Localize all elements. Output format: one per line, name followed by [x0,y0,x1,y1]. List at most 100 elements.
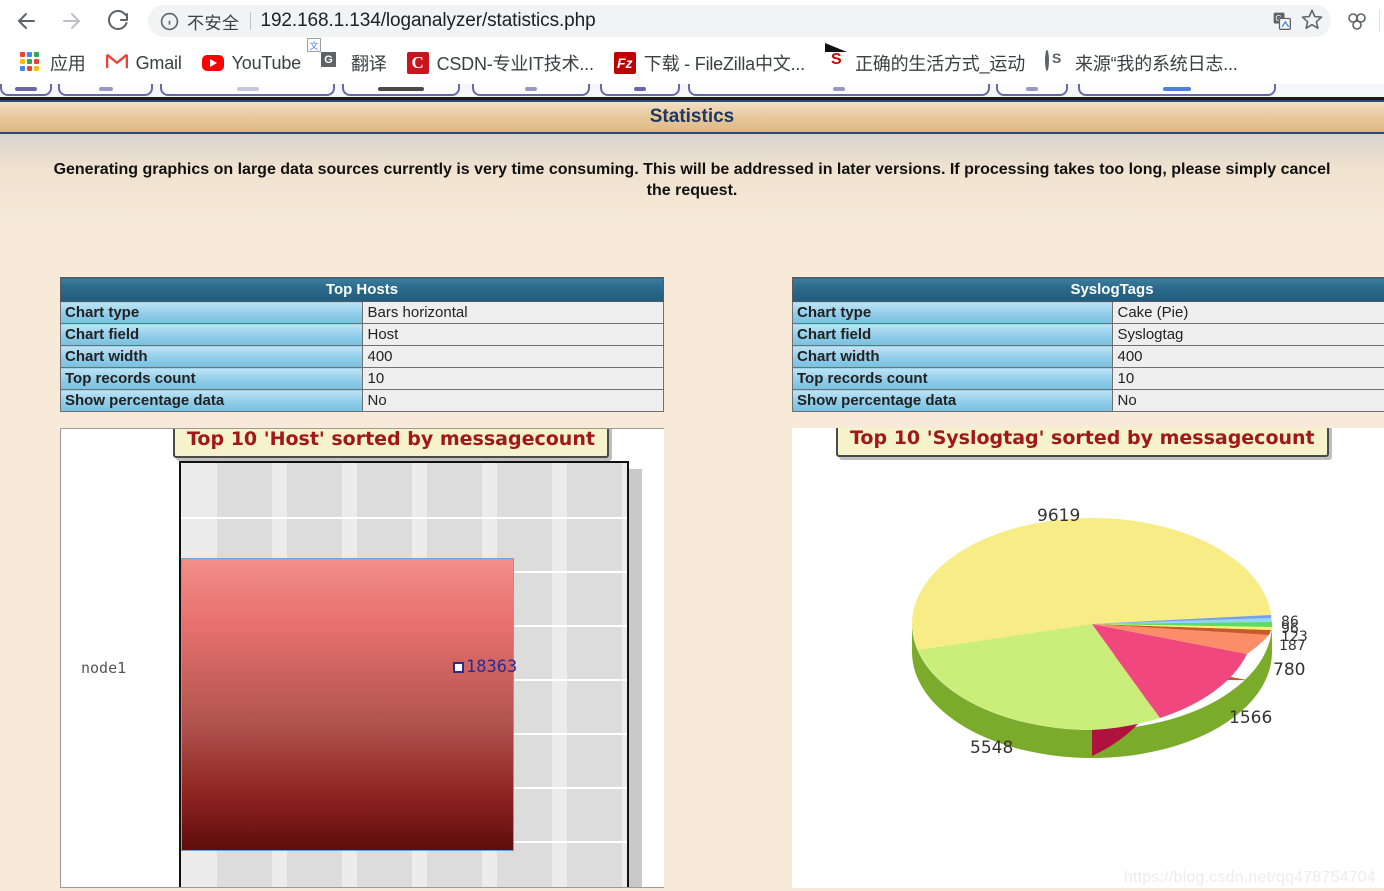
bookmark-label: 应用 [50,54,86,74]
bookmark-label: 来源“我的系统日志... [1075,54,1238,74]
param-key: Chart field [792,323,1113,346]
forward-button[interactable] [52,1,92,41]
table-header-row: SyslogTags [792,277,1384,302]
pie-chart-frame: Top 10 'Syslogtag' sorted by messagecoun… [792,428,1384,888]
bookmark-syslog-source[interactable]: 来源“我的系统日志... [1037,48,1246,78]
button-glyph [1026,87,1038,91]
omnibox-divider [249,12,251,30]
table-header-row: Top Hosts [60,277,664,302]
address-bar[interactable]: 不安全 192.168.1.134/loganalyzer/statistics… [148,5,1331,37]
pie-chart-title: Top 10 'Syslogtag' sorted by messagecoun… [836,428,1329,457]
bookmark-label: 翻译 [350,54,387,74]
param-value: 400 [361,345,664,368]
button-glyph [833,87,845,91]
loganalyzer-statistics-page: Statistics Generating graphics on large … [0,100,1384,891]
google-translate-icon: G文 [306,38,343,74]
bookmark-youtube[interactable]: YouTube [194,48,309,78]
table-row: Show percentage data No [792,389,1384,412]
button-glyph [15,87,37,91]
extensions-area [1339,3,1384,39]
bookmark-apps[interactable]: 应用 [12,48,94,78]
param-value: Cake (Pie) [1111,301,1384,324]
param-key: Top records count [792,367,1113,390]
param-key: Top records count [60,367,363,390]
bookmark-translate[interactable]: G文 翻译 [306,38,395,78]
gmail-icon [105,52,128,74]
url-text: 192.168.1.134/loganalyzer/statistics.php [260,10,596,31]
param-value: Syslogtag [1111,323,1384,346]
loganalyzer-toolbar-clipped [0,84,1384,100]
param-value: Host [361,323,664,346]
translate-icon[interactable]: G [1267,6,1297,36]
app-toolbar-button[interactable] [688,84,990,96]
bar-plot-area [179,461,629,887]
notice-line-2: the request. [646,181,738,199]
param-value: No [1111,389,1384,412]
filezilla-icon: Fz [613,52,636,74]
app-toolbar-button[interactable] [58,84,153,96]
param-key: Chart field [60,323,363,346]
bookmark-filezilla[interactable]: Fz 下载 - FileZilla中文... [606,48,813,78]
panel-title: SyslogTags [792,277,1384,302]
bar-chart-title: Top 10 'Host' sorted by messagecount [173,429,609,458]
param-key: Show percentage data [60,389,363,412]
table-row: Top records count 10 [792,367,1384,390]
bookmark-lifestyle[interactable]: 正确的生活方式_运动 [817,48,1033,78]
pie-svg [912,518,1273,758]
button-glyph [98,87,113,91]
forward-arrow-icon [60,9,84,33]
button-glyph [1163,87,1191,91]
pie-label-780: 780 [1273,660,1306,680]
bar-value-text: 18363 [466,657,518,677]
app-toolbar-button[interactable] [342,84,460,96]
app-toolbar-button[interactable] [0,84,52,96]
top-hosts-params-table: Top Hosts Chart type Bars horizontal Cha… [60,277,664,412]
pie-plot-area: 9619 5548 1566 780 187 123 96 86 [792,428,1384,888]
app-toolbar-button[interactable] [600,84,680,96]
app-toolbar-button[interactable] [160,84,335,96]
browser-toolbar: 不安全 192.168.1.134/loganalyzer/statistics… [0,0,1384,42]
reload-button[interactable] [98,1,138,41]
app-toolbar-button[interactable] [996,84,1068,96]
extension-icon[interactable] [1339,3,1375,39]
param-key: Chart type [60,301,363,324]
pie-label-1566: 1566 [1229,708,1273,728]
back-button[interactable] [6,1,46,41]
table-row: Chart type Cake (Pie) [792,301,1384,324]
param-key: Chart width [792,345,1113,368]
omnibox-actions: G [1267,5,1327,37]
pie-label-86: 86 [1281,614,1299,630]
globe-icon [1045,50,1067,74]
watermark: https://blog.csdn.net/qq478754704 [1123,869,1376,886]
param-value: 10 [361,367,664,390]
table-row: Chart width 400 [792,345,1384,368]
charts-area: Top Hosts Chart type Bars horizontal Cha… [0,241,1384,891]
bookmark-gmail[interactable]: Gmail [98,48,190,78]
bookmark-csdn[interactable]: C CSDN-专业IT技术... [399,48,602,78]
apps-grid-icon [20,52,42,74]
param-value: Bars horizontal [361,301,664,324]
bookmark-star-button[interactable] [1297,6,1327,36]
bar-node1 [181,558,514,851]
app-toolbar-button[interactable] [1078,84,1276,96]
table-row: Chart field Host [60,323,664,346]
param-key: Show percentage data [792,389,1113,412]
youtube-icon [201,52,224,74]
panel-title: Top Hosts [60,277,664,302]
notice-band: Generating graphics on large data source… [0,134,1384,224]
table-row: Chart field Syslogtag [792,323,1384,346]
syslogtags-params-table: SyslogTags Chart type Cake (Pie) Chart f… [792,277,1384,412]
app-toolbar-button[interactable] [472,84,590,96]
grid-line [181,517,627,519]
value-marker-icon [453,661,464,673]
notice-text: Generating graphics on large data source… [14,160,1370,202]
bar-chart-frame: node1 18363 Top 10 'Host' sorted by mess… [60,428,664,888]
bar-category-label: node1 [81,659,127,677]
pie-slice-9619 [912,518,1272,624]
table-row: Chart width 400 [60,345,664,368]
param-value: 10 [1111,367,1384,390]
info-circle-icon[interactable] [160,12,179,31]
yellow-page-icon [825,52,847,74]
button-glyph [634,87,646,91]
pie-label-5548: 5548 [970,738,1014,758]
